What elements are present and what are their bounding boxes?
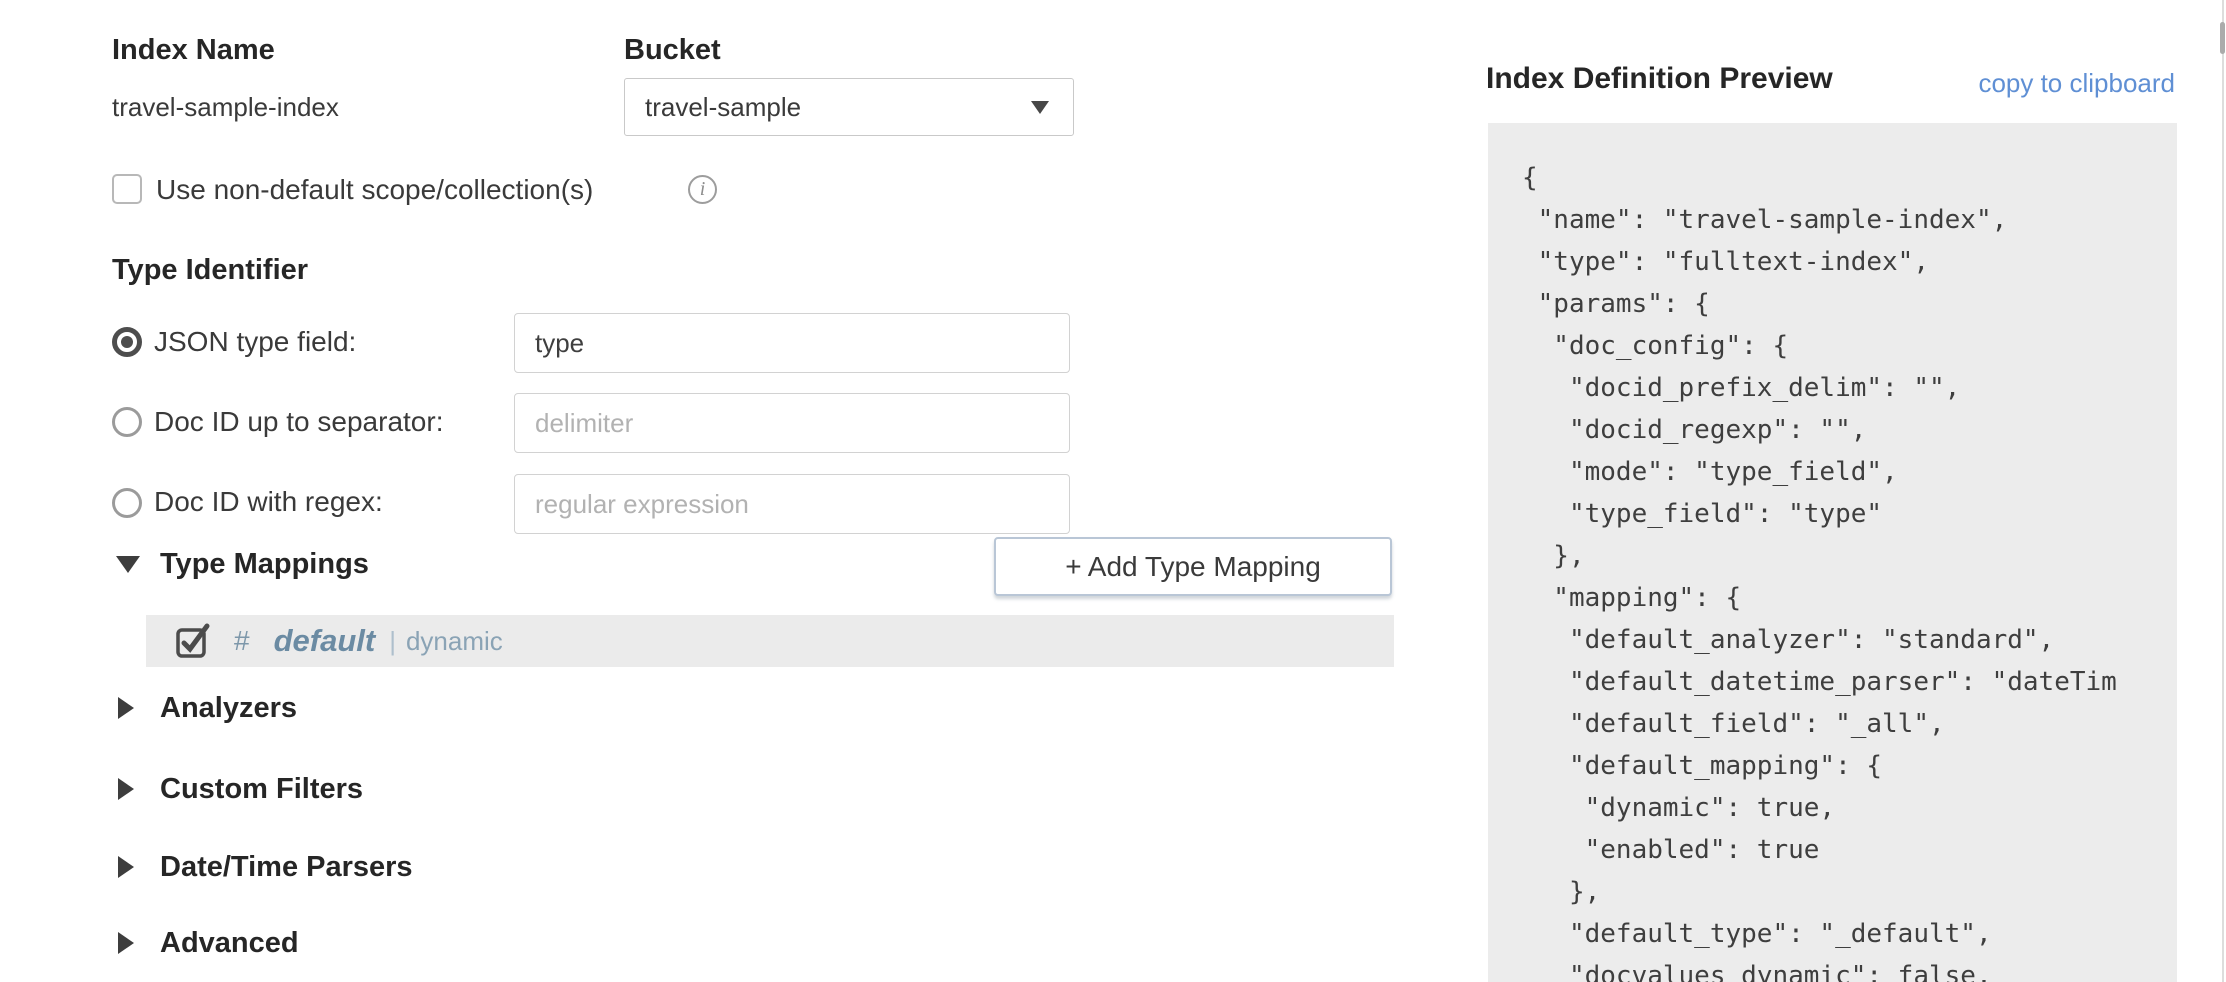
chevron-right-icon[interactable] [118,697,134,719]
json-type-field-input[interactable] [514,313,1070,373]
section-custom-filters[interactable]: Custom Filters [160,773,363,806]
index-definition-json: { "name": "travel-sample-index", "type":… [1488,123,2177,982]
index-name-label: Index Name [112,34,275,67]
radio-docid-regex-label: Doc ID with regex: [154,486,383,518]
type-identifier-label: Type Identifier [112,254,308,287]
index-name-value: travel-sample-index [112,92,339,123]
bucket-select-value: travel-sample [625,92,1031,123]
radio-json-type-field-label: JSON type field: [154,326,356,358]
docid-separator-input[interactable] [514,393,1070,453]
copy-to-clipboard-link[interactable]: copy to clipboard [1978,68,2175,99]
chevron-right-icon[interactable] [118,856,134,878]
mapping-mode: dynamic [406,626,503,657]
type-mapping-row-default[interactable]: # default | dynamic [146,615,1394,667]
hash-icon: # [234,625,250,657]
checked-checkbox-icon[interactable] [176,624,210,658]
radio-docid-separator[interactable] [112,407,142,437]
docid-regex-input[interactable] [514,474,1070,534]
page-scrollbar-track [2222,0,2224,982]
index-definition-code-panel: { "name": "travel-sample-index", "type":… [1488,123,2177,982]
section-datetime-parsers[interactable]: Date/Time Parsers [160,851,413,884]
radio-docid-separator-label: Doc ID up to separator: [154,406,443,438]
chevron-right-icon[interactable] [118,778,134,800]
section-advanced[interactable]: Advanced [160,927,299,960]
chevron-down-icon [1031,101,1049,114]
bucket-label: Bucket [624,34,721,67]
info-icon[interactable]: i [688,175,717,204]
page-scrollbar-thumb[interactable] [2220,22,2225,54]
chevron-right-icon[interactable] [118,932,134,954]
scope-checkbox-label: Use non-default scope/collection(s) [156,174,593,206]
add-type-mapping-button[interactable]: + Add Type Mapping [994,537,1392,596]
radio-docid-regex[interactable] [112,488,142,518]
index-definition-preview-title: Index Definition Preview [1486,62,1833,96]
mapping-separator: | [389,626,396,657]
bucket-select[interactable]: travel-sample [624,78,1074,136]
section-analyzers[interactable]: Analyzers [160,692,297,725]
mapping-name: default [274,623,376,659]
chevron-down-icon[interactable] [116,556,140,573]
scope-checkbox[interactable] [112,174,142,204]
create-index-page: Index Name travel-sample-index Bucket tr… [0,0,2226,982]
radio-json-type-field[interactable] [112,327,142,357]
type-mappings-header[interactable]: Type Mappings [160,548,369,581]
